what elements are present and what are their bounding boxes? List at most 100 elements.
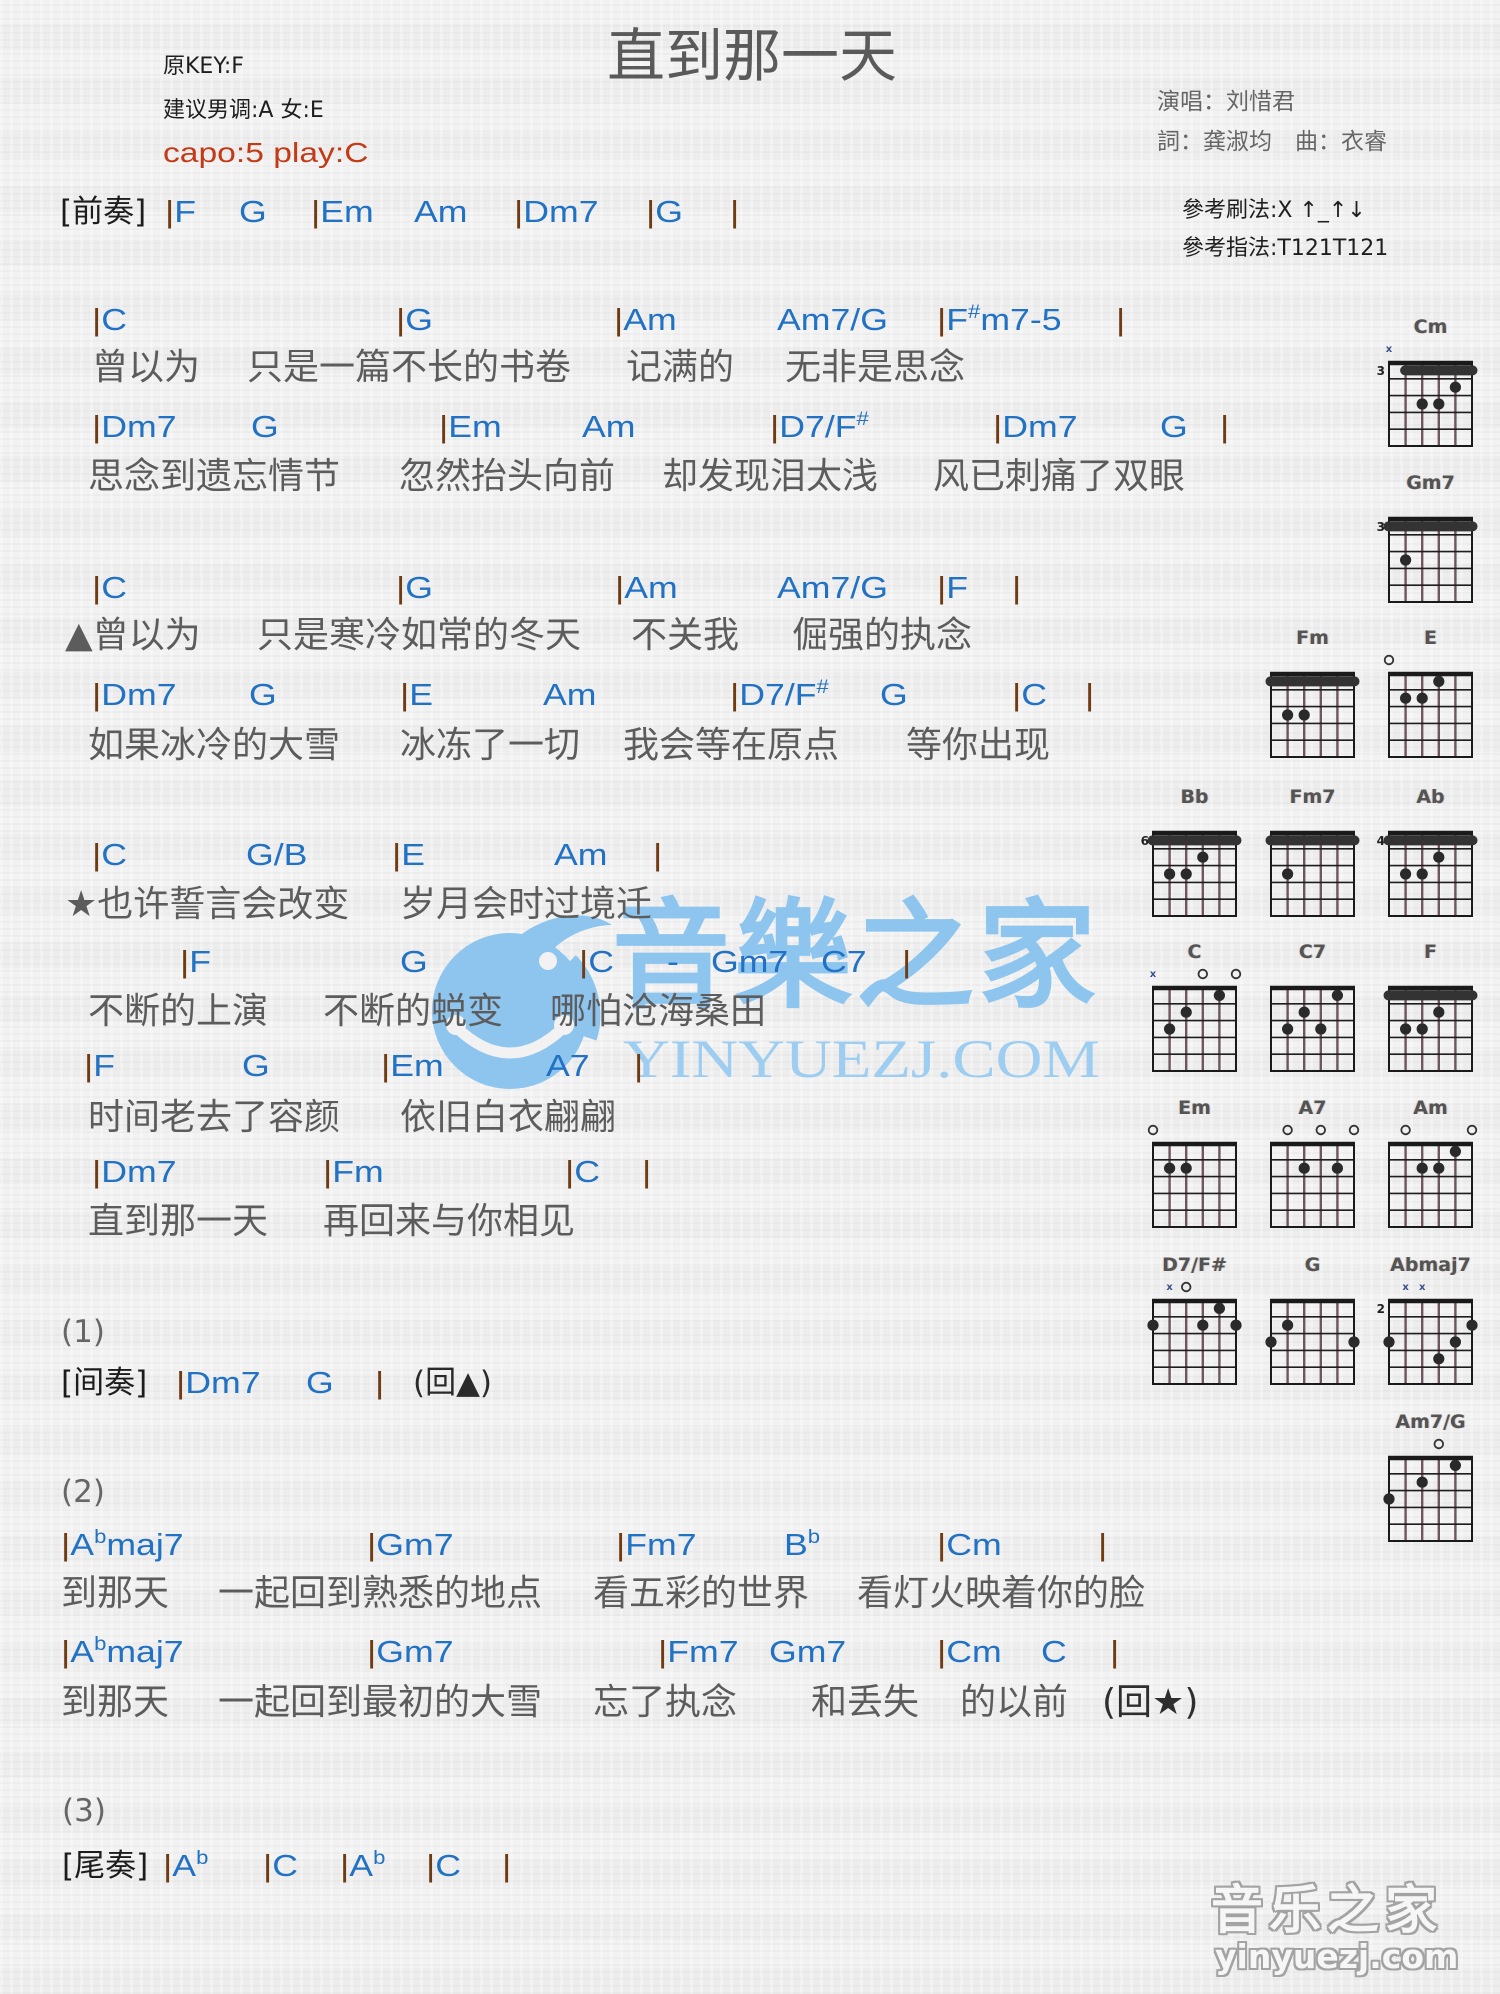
bar-line: |: [1116, 302, 1126, 337]
bar-line: |: [165, 194, 175, 229]
bar-line: |: [937, 302, 947, 337]
chord: |Cm: [937, 1525, 1002, 1565]
chord-name: F: [946, 570, 969, 605]
repeat-note: (回★): [1102, 1682, 1199, 1723]
fretboard-frame: [1152, 1299, 1237, 1385]
outro-line: [尾奏] |Ab |C |Ab |C |: [0, 1846, 1170, 1886]
finger-dot: [1433, 675, 1445, 687]
bar-line: |: [375, 1365, 385, 1400]
lyric-line: 曾以为 只是一篇不长的书卷 记满的 无非是思念: [0, 346, 1170, 390]
chord-diagram: A7: [1251, 1093, 1371, 1233]
footer-logo-text-en: yinyuezj.com: [1215, 1937, 1459, 1976]
chord-diagram: Gm7 3: [1369, 468, 1489, 608]
chord-diagram: F: [1369, 937, 1489, 1077]
chord-diagram-grid: [1383, 985, 1478, 1072]
chord: |F: [937, 568, 968, 608]
chord-diagram-grid: 4: [1377, 830, 1478, 917]
chord: |G: [646, 192, 683, 232]
chord: Am: [554, 835, 607, 875]
lyric-phrase: 我会等在原点: [623, 725, 840, 766]
barre: [1383, 835, 1478, 846]
lyric-phrase: 不断的蜕变: [323, 991, 504, 1032]
finger-dot: [1282, 709, 1294, 721]
chord-name: C7: [821, 944, 867, 979]
bar-line: |: [937, 1527, 947, 1562]
chord-name: E: [401, 837, 426, 872]
lyric-phrase: 却发现泪太浅: [662, 456, 879, 497]
chord: G: [400, 942, 428, 982]
bar-line: |: [730, 677, 740, 712]
bar-line: |: [396, 570, 406, 605]
lyric-line: 如果冰冷的大雪 冰冻了一切 我会等在原点 等你出现: [0, 724, 1170, 768]
chord: |Fm7: [658, 1632, 739, 1672]
bar-line: |: [375, 1363, 384, 1403]
chord-name: F: [174, 194, 197, 229]
bar-line: |: [1085, 675, 1094, 715]
chord-name: Em: [448, 409, 502, 444]
bar-line: |: [1220, 407, 1229, 447]
finger-dot: [1197, 1319, 1209, 1331]
chord: |Am: [614, 300, 677, 340]
finger-dot: [1449, 1336, 1461, 1348]
chord: |Ab: [163, 1846, 208, 1891]
chord: |Fm7: [616, 1525, 697, 1565]
chord-diagram-grid: x3: [1377, 344, 1478, 447]
chord-diagram-grid: x x 2: [1377, 1282, 1478, 1385]
chord-line: |Dm7 G |E Am |D7/F# G |C |: [0, 675, 1170, 715]
bar-line: |: [92, 677, 102, 712]
bar-line: |: [396, 302, 406, 337]
bar-line: |: [565, 1154, 575, 1189]
bar-line: |: [381, 1048, 391, 1083]
chord: |Abmaj7: [61, 1632, 184, 1677]
finger-dot: [1265, 1336, 1277, 1348]
bar-line: |: [770, 409, 780, 444]
chord: |Dm7: [92, 1152, 177, 1192]
chord: Am: [543, 675, 596, 715]
chord: Am: [582, 407, 635, 447]
chord-name: Gm7: [769, 1634, 847, 1669]
base-fret-number: 2: [1377, 1302, 1385, 1316]
finger-dot: [1164, 1023, 1176, 1035]
repeat-note: (回▲): [413, 1365, 493, 1401]
finger-dot: [1416, 1162, 1428, 1174]
chord-diagram: E: [1369, 623, 1489, 763]
open-string-marker: [1197, 968, 1209, 980]
lyric-phrase: 只是寒冷如常的冬天: [257, 615, 582, 656]
chord-name: B: [784, 1527, 808, 1562]
lyric-phrase: 只是一篇不长的书卷: [247, 347, 572, 388]
chord-name: Gm7: [376, 1527, 454, 1562]
chord-name: C: [101, 302, 128, 337]
finger-dot: [1400, 554, 1412, 566]
chord: |Dm7: [92, 675, 177, 715]
chord: G: [249, 675, 277, 715]
finger-dot: [1433, 1006, 1445, 1018]
finger-dot: [1416, 868, 1428, 880]
capo-info: capo:5 play:C: [163, 137, 369, 168]
chord-name: G: [400, 944, 428, 979]
chord-diagram: Ab 4: [1369, 782, 1489, 922]
chord-diagram: C x: [1133, 937, 1253, 1077]
muted-string-marker: x: [1402, 1282, 1409, 1293]
open-string-marker: [1181, 1281, 1192, 1293]
finger-dot: [1315, 1023, 1327, 1035]
chord: Gm7: [769, 1632, 846, 1672]
bar-line: |: [653, 837, 663, 872]
base-fret-number: 3: [1377, 364, 1385, 378]
section-label-intro: [前奏]: [60, 194, 147, 230]
lyric-phrase: 直到那一天: [88, 1201, 269, 1242]
chord: |F: [84, 1046, 115, 1086]
chord: |Cm: [937, 1632, 1002, 1672]
chord-line: |Abmaj7 |Gm7 |Fm7 Gm7 |Cm C |: [0, 1632, 1170, 1672]
lyric-phrase: 一起回到熟悉的地点: [218, 1573, 543, 1614]
lyric-line: ★也许誓言会改变 岁月会时过境迁: [0, 883, 1170, 927]
bar-line: |: [634, 1048, 644, 1083]
chord-name: Dm7: [101, 677, 177, 712]
chord-diagram: D7/F# x: [1133, 1250, 1253, 1390]
lyric-phrase: 和丢失: [811, 1682, 920, 1723]
bar-line: |: [1098, 1525, 1107, 1565]
chord: |Em: [311, 192, 374, 232]
chord: C: [1041, 1632, 1067, 1672]
base-fret-number: 3: [1377, 520, 1385, 534]
chord: |G: [396, 568, 433, 608]
bar-line: |: [400, 677, 410, 712]
